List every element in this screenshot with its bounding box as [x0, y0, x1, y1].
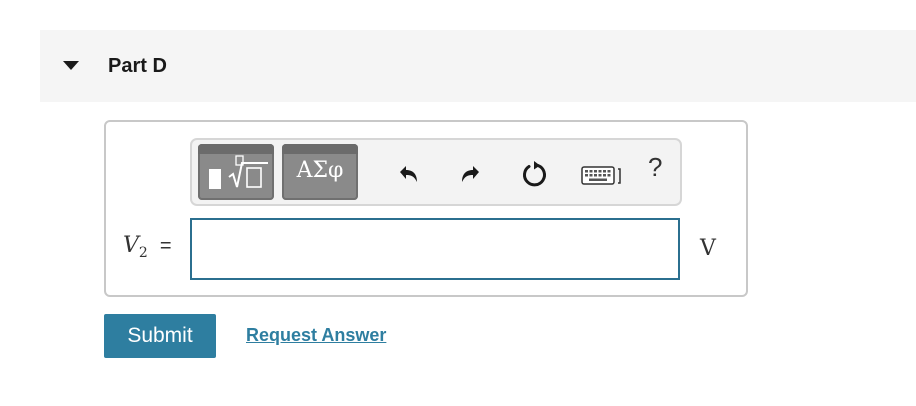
caret-down-icon[interactable]: [63, 61, 79, 70]
undo-icon[interactable]: [392, 158, 424, 190]
redo-icon[interactable]: [455, 158, 487, 190]
math-toolbar: ΑΣφ ?: [190, 138, 682, 206]
greek-symbols-label: ΑΣφ: [296, 158, 344, 183]
keyboard-icon[interactable]: [580, 158, 628, 190]
unit-label: V: [700, 236, 716, 261]
reset-icon[interactable]: [518, 158, 550, 190]
templates-button[interactable]: [198, 144, 274, 200]
math-templates-icon: [209, 155, 268, 189]
request-answer-link[interactable]: Request Answer: [246, 325, 386, 346]
help-button[interactable]: ?: [648, 152, 662, 183]
answer-input[interactable]: [190, 218, 680, 280]
variable-subscript: 2: [138, 245, 148, 261]
part-title: Part D: [108, 55, 167, 77]
greek-button-band: [282, 144, 358, 154]
answer-box: ΑΣφ ? V2 = V: [104, 120, 748, 297]
variable-label: V2 =: [123, 233, 172, 261]
greek-symbols-button[interactable]: ΑΣφ: [282, 144, 358, 200]
equals-sign: =: [159, 235, 172, 257]
part-header[interactable]: Part D: [40, 30, 916, 102]
variable-symbol: V: [123, 233, 139, 258]
submit-button[interactable]: Submit: [104, 314, 216, 358]
